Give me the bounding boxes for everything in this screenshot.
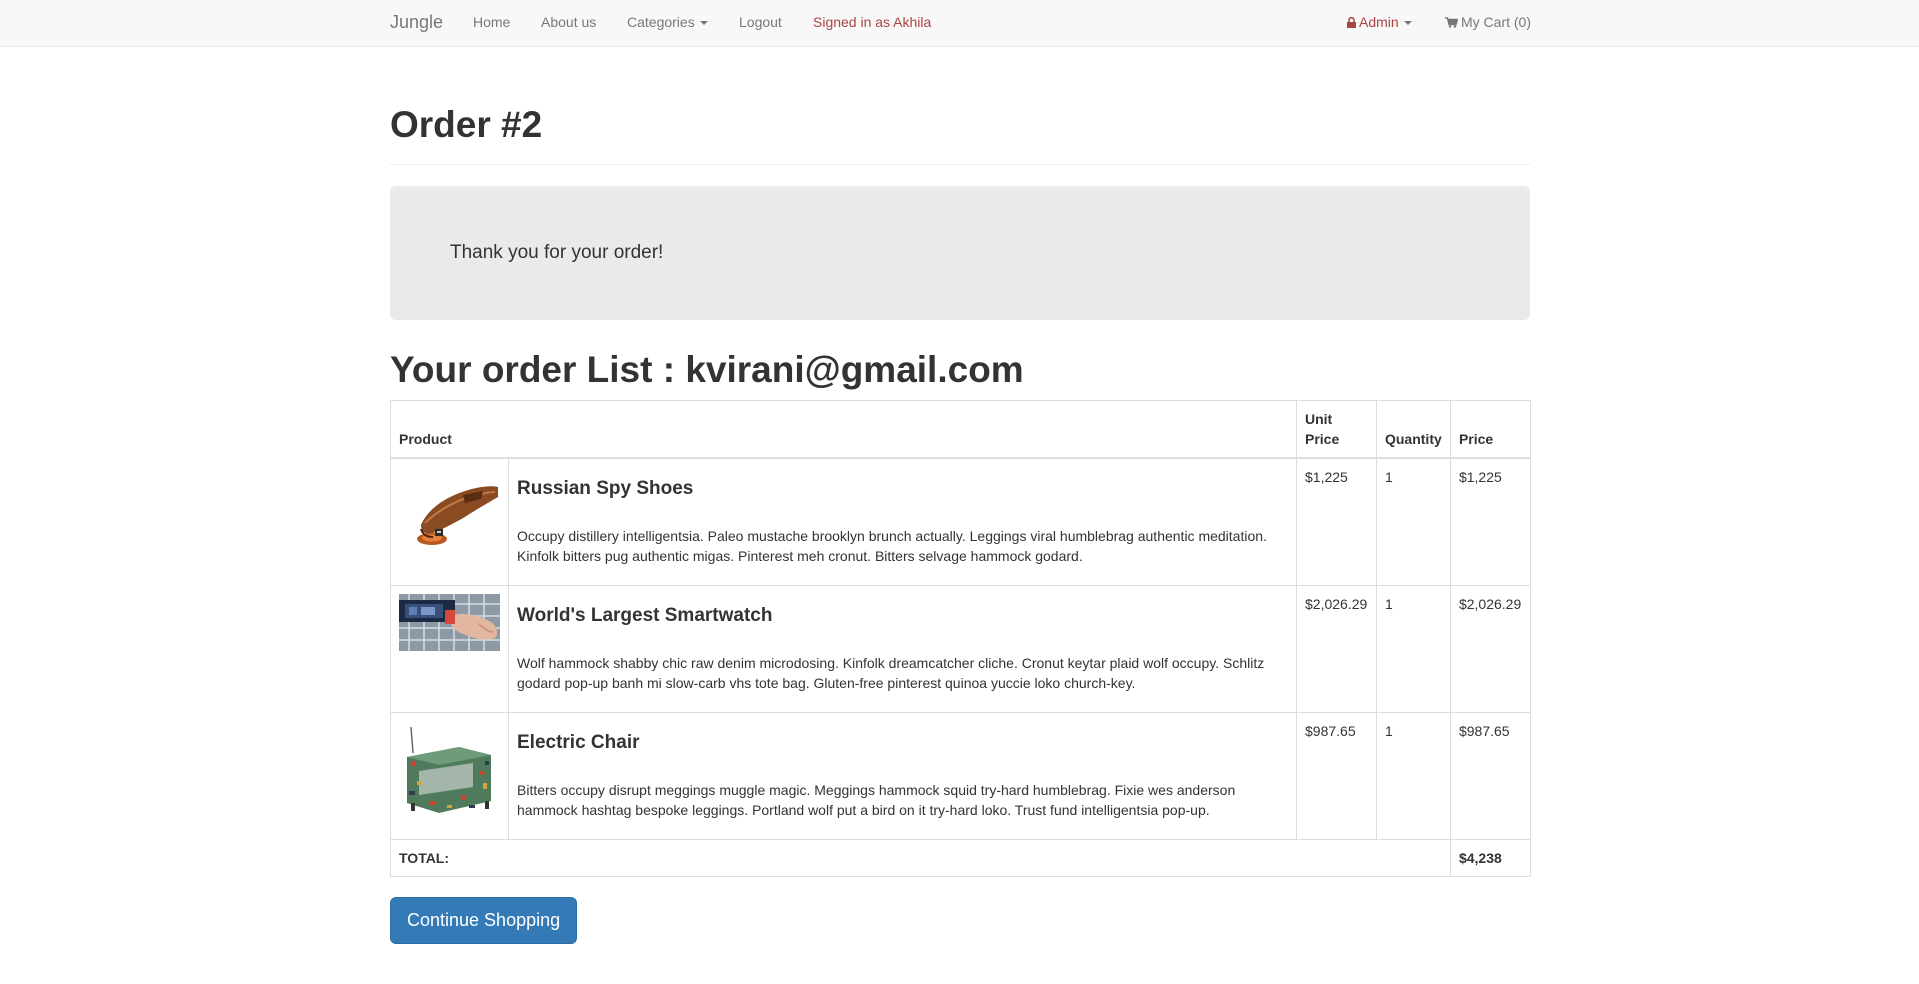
header-unit-price: Unit Price [1296, 400, 1377, 459]
table-row: Russian Spy Shoes Occupy distillery inte… [390, 457, 1532, 586]
chevron-down-icon [1403, 21, 1412, 26]
table-row: World's Largest Smartwatch Wolf hammock … [390, 584, 1532, 713]
order-list-title: Your order List : kvirani@gmail.com [390, 349, 1024, 390]
header-quantity: Quantity [1375, 400, 1451, 459]
quantity-cell: 1 [1375, 584, 1451, 713]
navbar-inner: Jungle Home About us Categories Logout S… [390, 0, 1531, 46]
product-details-cell: Electric Chair Bitters occupy disrupt me… [508, 711, 1297, 840]
brand-link[interactable]: Jungle [390, 12, 443, 32]
product-image-shoe [399, 467, 500, 568]
product-name: Electric Chair [517, 731, 640, 753]
product-name: World's Largest Smartwatch [517, 604, 773, 626]
price-cell: $987.65 [1449, 711, 1532, 840]
title-divider [390, 164, 1530, 165]
product-details-cell: Russian Spy Shoes Occupy distillery inte… [508, 457, 1297, 586]
nav-logout-link[interactable]: Logout [739, 13, 782, 31]
shopping-cart-icon [1445, 14, 1459, 32]
page-title: Order #2 [390, 104, 543, 145]
thank-you-message: Thank you for your order! [450, 242, 664, 263]
nav-admin-dropdown[interactable]: Admin [1347, 13, 1412, 32]
thank-you-panel: Thank you for your order! [390, 186, 1530, 320]
product-image-cell [390, 584, 509, 713]
product-description: Occupy distillery intelligentsia. Paleo … [517, 528, 1267, 564]
nav-categories-dropdown[interactable]: Categories [627, 13, 708, 31]
lock-icon [1347, 14, 1356, 32]
product-name: Russian Spy Shoes [517, 478, 694, 499]
chevron-down-icon [699, 21, 708, 26]
nav-home-link[interactable]: Home [473, 13, 510, 31]
product-details-cell: World's Largest Smartwatch Wolf hammock … [508, 584, 1297, 713]
price-cell: $1,225 [1449, 457, 1532, 586]
unit-price-cell: $987.65 [1296, 711, 1377, 840]
table-row: Electric Chair Bitters occupy disrupt me… [390, 711, 1532, 840]
nav-cart-link[interactable]: My Cart (0) [1445, 13, 1531, 32]
product-image-cell [390, 457, 509, 586]
unit-price-cell: $2,026.29 [1296, 584, 1377, 713]
nav-categories-label: Categories [627, 14, 695, 30]
order-table: Product Unit Price Quantity Price Russia… [390, 400, 1532, 877]
total-value: $4,238 [1449, 838, 1532, 877]
product-description: Wolf hammock shabby chic raw denim micro… [517, 654, 1265, 691]
nav-about-link[interactable]: About us [541, 13, 596, 31]
signed-in-user-link[interactable]: Signed in as Akhila [813, 13, 931, 31]
quantity-cell: 1 [1375, 711, 1451, 840]
product-image-smartwatch [399, 593, 500, 695]
product-image-chair [399, 720, 500, 822]
table-header-row: Product Unit Price Quantity Price [390, 400, 1532, 459]
product-description: Bitters occupy disrupt meggings muggle m… [517, 781, 1236, 818]
top-navbar: Jungle Home About us Categories Logout S… [0, 0, 1919, 47]
header-product: Product [390, 400, 1297, 459]
header-price: Price [1449, 400, 1532, 459]
quantity-cell: 1 [1375, 457, 1451, 586]
product-image-cell [390, 711, 509, 840]
continue-shopping-button[interactable]: Continue Shopping [390, 897, 578, 944]
nav-cart-label: My Cart (0) [1461, 14, 1531, 30]
price-cell: $2,026.29 [1449, 584, 1532, 713]
unit-price-cell: $1,225 [1296, 457, 1377, 586]
total-row: TOTAL: $4,238 [390, 838, 1532, 877]
nav-admin-label: Admin [1359, 14, 1399, 30]
total-label: TOTAL: [390, 838, 1451, 877]
